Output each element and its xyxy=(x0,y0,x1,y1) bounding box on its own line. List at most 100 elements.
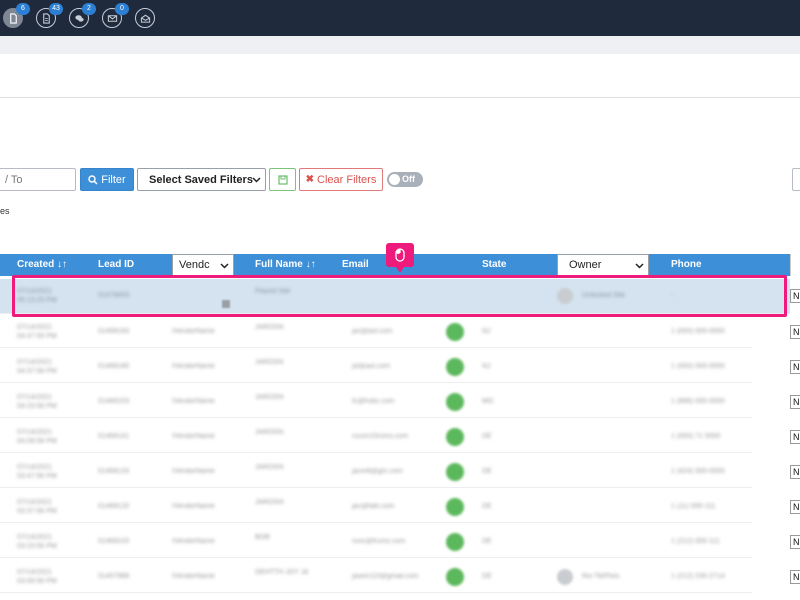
status-check-icon xyxy=(446,533,464,551)
clear-filters-label: Clear Filters xyxy=(317,173,377,186)
filter-toggle[interactable]: Off xyxy=(387,172,423,187)
cell-phone: 1 (11) 000-111 xyxy=(671,503,716,510)
status-check-icon xyxy=(446,498,464,516)
row-action-cell[interactable]: N xyxy=(790,500,800,514)
header-overflow-cell xyxy=(790,254,800,276)
sub-header-band xyxy=(0,36,800,54)
cell-vendor: IVendorName xyxy=(172,433,215,440)
cell-email: runc@frumz.com xyxy=(352,538,406,545)
cell-full-name: JAROSN xyxy=(255,359,284,366)
notification-badge: 6 xyxy=(16,3,30,15)
cell-phone: 1 (000) 000-0000 xyxy=(671,363,725,370)
cell-vendor: IVendorName xyxy=(172,468,215,475)
cell-phone: 1 (212) 000-111 xyxy=(671,538,720,545)
cell-owner: Rio TikPhes xyxy=(582,573,620,580)
clear-filters-button[interactable]: ✖ Clear Filters xyxy=(299,168,383,191)
table-row[interactable]: 07/14/2021 04:47:59 PM 01468183 IVendorNam… xyxy=(0,315,800,348)
chat-icon[interactable]: 2 xyxy=(69,3,96,28)
cell-full-name: JAROSN xyxy=(255,499,284,506)
cell-email: jax@aol.com xyxy=(352,328,393,335)
selected-row-highlight xyxy=(12,275,787,317)
top-navbar: 6 43 2 0 xyxy=(0,0,800,36)
toggle-label: Off xyxy=(402,174,415,184)
table-row[interactable]: 07/14/2021 03:23:56 PM 01468103 IVendorNam… xyxy=(0,525,800,558)
cell-state: DE xyxy=(482,573,492,580)
vendor-filter-value: Vendc xyxy=(179,259,210,271)
documents-icon[interactable]: 6 xyxy=(3,3,30,28)
table-row[interactable]: 07/14/2021 04:37:58 PM 01468180 IVendorNam… xyxy=(0,350,800,383)
open-mail-icon[interactable] xyxy=(135,8,155,28)
table-row[interactable]: 07/14/2021 04:09:58 PM 01468141 IVendorNam… xyxy=(0,420,800,453)
owner-filter-value: Owner xyxy=(569,259,602,271)
mail-icon[interactable]: 0 xyxy=(102,3,129,28)
column-header-created[interactable]: Created ↓↑ xyxy=(17,254,67,276)
filter-button[interactable]: Filter xyxy=(80,168,134,191)
column-header-full-name[interactable]: Full Name ↓↑ xyxy=(255,254,316,276)
chevron-down-icon xyxy=(252,177,261,183)
cell-created: 07/14/2021 03:23:56 PM xyxy=(17,534,57,550)
cell-created: 07/14/2021 03:37:56 PM xyxy=(17,499,57,515)
cell-lead-id: 01468120 xyxy=(98,503,130,510)
table-row[interactable]: 07/14/2021 03:47:56 PM 01468133 IVendorNam… xyxy=(0,455,800,488)
cell-state: NJ xyxy=(482,328,491,335)
saved-filters-value: Select Saved Filters xyxy=(149,173,253,186)
mouse-click-indicator xyxy=(386,243,414,273)
cell-lead-id: 01468103 xyxy=(98,538,130,545)
cell-vendor: IVendorName xyxy=(172,328,215,335)
row-action-cell[interactable]: N xyxy=(790,395,800,409)
owner-filter-select[interactable]: Owner xyxy=(557,254,649,276)
cut-off-control[interactable] xyxy=(792,168,800,191)
cell-phone: 1 (888) 000-0000 xyxy=(671,398,725,405)
cell-email: fc@hsbc.com xyxy=(352,398,395,405)
files-icon[interactable]: 43 xyxy=(36,3,63,28)
save-filter-button[interactable] xyxy=(269,168,296,191)
column-header-state: State xyxy=(482,259,507,270)
chevron-down-icon xyxy=(635,263,644,269)
cell-created: 07/14/2021 04:37:58 PM xyxy=(17,359,57,375)
saved-filters-select[interactable]: Select Saved Filters xyxy=(137,168,266,191)
status-check-icon xyxy=(446,568,464,586)
status-check-icon xyxy=(446,323,464,341)
cell-vendor: IVendorName xyxy=(172,538,215,545)
cell-lead-id: 01457988 xyxy=(98,573,130,580)
cell-full-name: BOB xyxy=(255,534,270,541)
cell-created: 07/14/2021 04:47:59 PM xyxy=(17,324,57,340)
row-action-cell[interactable]: N xyxy=(790,360,800,374)
cell-phone: 1 (212) 230-2714 xyxy=(671,573,725,580)
floppy-disk-icon xyxy=(277,174,288,185)
cell-full-name: JAROSN xyxy=(255,324,284,331)
table-row[interactable]: 07/14/2021 04:23:58 PM 01468153 IVendorNam… xyxy=(0,385,800,418)
row-action-cell[interactable]: N xyxy=(790,289,800,303)
chevron-down-icon xyxy=(220,263,229,269)
cell-lead-id: 01468180 xyxy=(98,363,130,370)
cell-created: 07/14/2021 03:47:56 PM xyxy=(17,464,57,480)
search-icon xyxy=(88,174,98,185)
cell-lead-id: 01468141 xyxy=(98,433,130,440)
row-action-cell[interactable]: N xyxy=(790,430,800,444)
cell-state: MO xyxy=(482,398,494,405)
date-to-input[interactable] xyxy=(0,168,76,191)
cell-created: 07/14/2021 04:09:58 PM xyxy=(17,429,57,445)
cell-phone: 1 (000) 000-0000 xyxy=(671,328,725,335)
row-action-cell[interactable]: N xyxy=(790,465,800,479)
cell-full-name: JAROSN xyxy=(255,464,284,471)
row-action-cell[interactable]: N xyxy=(790,570,800,584)
toggle-knob xyxy=(389,174,400,185)
cell-vendor: IVendorName xyxy=(172,398,215,405)
table-row[interactable]: 07/14/2021 03:37:56 PM 01468120 IVendorNam… xyxy=(0,490,800,523)
cell-lead-id: 01468133 xyxy=(98,468,130,475)
cell-vendor: IVendorName xyxy=(172,503,215,510)
row-action-cell[interactable]: N xyxy=(790,325,800,339)
cell-lead-id: 01468153 xyxy=(98,398,130,405)
cell-created: 07/14/2021 03:09:56 PM xyxy=(17,569,57,585)
row-action-cell[interactable]: N xyxy=(790,535,800,549)
cell-phone: 1 (424) 000-0000 xyxy=(671,468,725,475)
cell-email: rucon15roms.com xyxy=(352,433,409,440)
column-header-phone: Phone xyxy=(671,259,702,270)
cell-email: jawon11f@gmail.com xyxy=(352,573,419,580)
mouse-icon xyxy=(395,248,405,262)
truncated-text: es xyxy=(0,206,10,216)
cell-lead-id: 01468183 xyxy=(98,328,130,335)
vendor-filter-select[interactable]: Vendc xyxy=(172,254,234,276)
table-row[interactable]: 07/14/2021 03:09:56 PM 01457988 IVendorNam… xyxy=(0,560,800,593)
